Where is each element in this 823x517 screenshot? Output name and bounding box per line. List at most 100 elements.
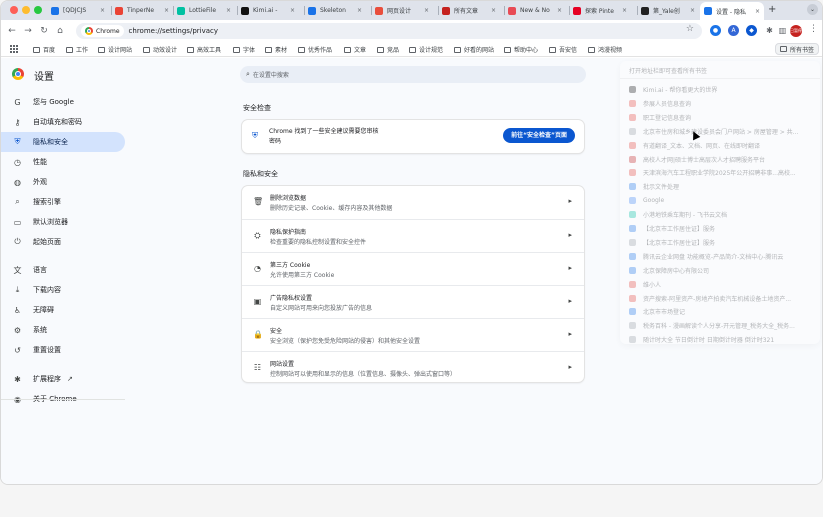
browser-tab[interactable]: LottieFile × bbox=[173, 3, 235, 18]
tab-close-icon[interactable]: × bbox=[752, 8, 760, 15]
sidebar-item-performance[interactable]: ◷ 性能 bbox=[1, 152, 125, 172]
browser-tab[interactable]: TinperNe × bbox=[111, 3, 173, 18]
browser-tab[interactable]: 网页设计 × bbox=[371, 3, 433, 18]
row-third-party-cookies[interactable]: ◔ 第三方 Cookie 允许使用第三方 Cookie ▸ bbox=[242, 252, 584, 285]
row-security[interactable]: 🔒 安全 安全浏览（保护您免受危险网站的侵害）和其他安全设置 ▸ bbox=[242, 318, 584, 351]
more-menu-icon[interactable]: ⋮ bbox=[809, 24, 818, 34]
minimize-window-button[interactable] bbox=[22, 6, 30, 14]
bookmark-item[interactable]: 文章 bbox=[344, 44, 366, 55]
dropdown-bookmark-item[interactable]: 【北京市工作居住证】服务 bbox=[620, 236, 820, 249]
browser-tab[interactable]: 所有文章 × bbox=[438, 3, 500, 18]
row-ad-privacy[interactable]: ▣ 广告隐私权设置 自定义网站可用来向您投放广告的信息 ▸ bbox=[242, 285, 584, 318]
extension-3-icon[interactable]: ◆ bbox=[746, 25, 757, 36]
sidebar-item-reset[interactable]: ↺ 重置设置 bbox=[1, 340, 125, 360]
bookmark-item[interactable]: 动效设计 bbox=[143, 44, 177, 55]
bookmark-item[interactable]: 工作 bbox=[66, 44, 88, 55]
bookmark-item[interactable]: 竞品 bbox=[377, 44, 399, 55]
dropdown-bookmark-item[interactable]: 随计时大全 节日倒计时 日期倒计时器 倒计时321 bbox=[620, 333, 820, 346]
browser-tab[interactable]: [QDJCJS × bbox=[47, 3, 109, 18]
browser-tab[interactable]: Kimi.ai - × bbox=[237, 3, 299, 18]
dropdown-bookmark-item[interactable]: 资产搜索-阿里资产-房地产拍卖汽车机械设备土地资产... bbox=[620, 292, 820, 305]
tab-close-icon[interactable]: × bbox=[554, 7, 562, 14]
bookmark-star-icon[interactable]: ☆ bbox=[686, 24, 694, 34]
dropdown-bookmark-item[interactable]: 腾讯云企业网盘 功能概览-产品简介-文档中心-腾讯云 bbox=[620, 250, 820, 263]
bookmark-favicon-icon bbox=[629, 211, 636, 219]
all-bookmarks-button[interactable]: 所有书签 bbox=[774, 43, 819, 55]
bookmark-item[interactable]: 百度 bbox=[33, 44, 55, 55]
sidebar-item-privacy[interactable]: ⛨ 隐私和安全 bbox=[1, 132, 125, 152]
bookmark-item[interactable]: 鸿漫视频 bbox=[588, 44, 622, 55]
sidebar-item-downloads[interactable]: ⤓ 下载内容 bbox=[1, 280, 125, 300]
tab-close-icon[interactable]: × bbox=[488, 7, 496, 14]
go-to-safety-check-button[interactable]: 前往“安全检查”页面 bbox=[503, 128, 575, 143]
address-bar[interactable]: Chrome chrome://settings/privacy ☆ bbox=[76, 23, 702, 39]
sidebar-item-you-and-google[interactable]: G 您与 Google bbox=[1, 92, 125, 112]
sidebar-item-autofill[interactable]: ⚷ 自动填充和密码 bbox=[1, 112, 125, 132]
tab-search-button[interactable]: ⌄ bbox=[807, 4, 818, 15]
sidebar-item-appearance[interactable]: ◍ 外观 bbox=[1, 172, 125, 192]
extension-1-icon[interactable]: ● bbox=[710, 25, 721, 36]
dropdown-bookmark-item[interactable]: Kimi.ai - 帮你看更大的世界 bbox=[620, 83, 820, 96]
tab-close-icon[interactable]: × bbox=[161, 7, 169, 14]
tab-close-icon[interactable]: × bbox=[354, 7, 362, 14]
bookmark-item[interactable]: 优秀作品 bbox=[298, 44, 332, 55]
browser-tab[interactable]: 第_Yale创 × bbox=[637, 3, 699, 18]
row-privacy-guide[interactable]: ⛭ 隐私保护指南 检查重要的隐私控制设置和安全控件 ▸ bbox=[242, 219, 584, 252]
extension-puzzle-icon[interactable]: ✱ bbox=[764, 25, 775, 36]
tab-close-icon[interactable]: × bbox=[97, 7, 105, 14]
bookmark-item[interactable]: 帮助中心 bbox=[504, 44, 538, 55]
new-tab-button[interactable]: + bbox=[768, 4, 776, 15]
bookmark-item[interactable]: 字体 bbox=[233, 44, 255, 55]
browser-tab[interactable]: Skeleton × bbox=[304, 3, 366, 18]
dropdown-bookmark-item[interactable]: 批示文件处理 bbox=[620, 180, 820, 193]
sidebar-item-accessibility[interactable]: ♿ 无障碍 bbox=[1, 300, 125, 320]
bookmark-item[interactable]: 吾安信 bbox=[549, 44, 577, 55]
sidebar-item-search-engine[interactable]: ⌕ 搜索引擎 bbox=[1, 192, 125, 212]
close-window-button[interactable] bbox=[10, 6, 18, 14]
browser-tab[interactable]: 探索 Pinte × bbox=[569, 3, 631, 18]
row-site-settings[interactable]: ☷ 网站设置 控制网站可以使用和显示的信息（位置信息、摄像头、弹出式窗口等） ▸ bbox=[242, 351, 584, 384]
dropdown-bookmark-item[interactable]: 天津滨海汽车工程职业学院2025年公开招聘非事...高校... bbox=[620, 166, 820, 179]
browser-tab[interactable]: New & No × bbox=[504, 3, 566, 18]
dropdown-bookmark-item[interactable]: 税务百科 - 漫画解读个人分享-开元管理_税务大全_税务... bbox=[620, 319, 820, 332]
bookmark-item[interactable]: 设计网站 bbox=[98, 44, 132, 55]
forward-button[interactable]: → bbox=[21, 24, 35, 38]
tab-close-icon[interactable]: × bbox=[223, 7, 231, 14]
sidebar-item-on-startup[interactable]: ⏻ 起始页面 bbox=[1, 232, 125, 252]
tab-close-icon[interactable]: × bbox=[619, 7, 627, 14]
dropdown-bookmark-item[interactable]: 职工登记信息查询 bbox=[620, 111, 820, 124]
browser-tab[interactable]: 设置 - 隐私 × bbox=[700, 2, 764, 20]
dropdown-bookmark-item[interactable]: 高校人才网|硕士博士高层次人才招聘服务平台 bbox=[620, 153, 820, 166]
bookmark-item[interactable]: 素材 bbox=[265, 44, 287, 55]
apps-grid-icon[interactable] bbox=[10, 45, 18, 53]
dropdown-bookmark-item[interactable]: 小港地铁乘车期刊 - 飞书云文档 bbox=[620, 208, 820, 221]
maximize-window-button[interactable] bbox=[34, 6, 42, 14]
site-info-chip[interactable]: Chrome bbox=[81, 25, 124, 37]
bookmark-item[interactable]: 好看的网站 bbox=[454, 44, 494, 55]
bookmark-item[interactable]: 高效工具 bbox=[187, 44, 221, 55]
tab-close-icon[interactable]: × bbox=[687, 7, 695, 14]
dropdown-bookmark-item[interactable]: Google bbox=[620, 194, 820, 207]
dropdown-bookmark-item[interactable]: 北京市住房和城乡建设委员会门户网站 > 房屋管理 > 共... bbox=[620, 125, 820, 138]
sidebar-item-languages[interactable]: 文 语言 bbox=[1, 260, 125, 280]
dropdown-bookmark-item[interactable]: 【北京市工作居住证】服务 bbox=[620, 222, 820, 235]
dropdown-bookmark-item[interactable]: 有道翻译_文本、文档、网页、在线即时翻译 bbox=[620, 139, 820, 152]
bookmark-item[interactable]: 设计规范 bbox=[409, 44, 443, 55]
row-clear-browsing-data[interactable]: 🗑 删除浏览数据 删除历史记录、Cookie、缓存内容及其他数据 ▸ bbox=[242, 186, 584, 219]
back-button[interactable]: ← bbox=[5, 24, 19, 38]
reload-button[interactable]: ↻ bbox=[37, 24, 51, 38]
sidebar-item-extensions[interactable]: ✱ 扩展程序 ↗ bbox=[1, 369, 125, 389]
dropdown-bookmark-item[interactable]: 北京保障房中心有限公司 bbox=[620, 264, 820, 277]
home-button[interactable]: ⌂ bbox=[53, 24, 67, 38]
extension-2-icon[interactable]: A bbox=[728, 25, 739, 36]
dropdown-bookmark-item[interactable]: 参展人员信息查询 bbox=[620, 97, 820, 110]
sidebar-item-system[interactable]: ⚙ 系统 bbox=[1, 320, 125, 340]
dropdown-bookmark-item[interactable]: 北京市市场登记 bbox=[620, 305, 820, 318]
tab-close-icon[interactable]: × bbox=[287, 7, 295, 14]
dropdown-bookmark-item[interactable]: 维小人 bbox=[620, 278, 820, 291]
profile-avatar[interactable]: 已暂停 bbox=[790, 25, 802, 37]
settings-search-input[interactable]: ⌕ 在设置中搜索 bbox=[240, 66, 586, 83]
tab-close-icon[interactable]: × bbox=[421, 7, 429, 14]
extension-sidepanel-icon[interactable]: ▥ bbox=[777, 25, 788, 36]
sidebar-item-default-browser[interactable]: ▭ 默认浏览器 bbox=[1, 212, 125, 232]
